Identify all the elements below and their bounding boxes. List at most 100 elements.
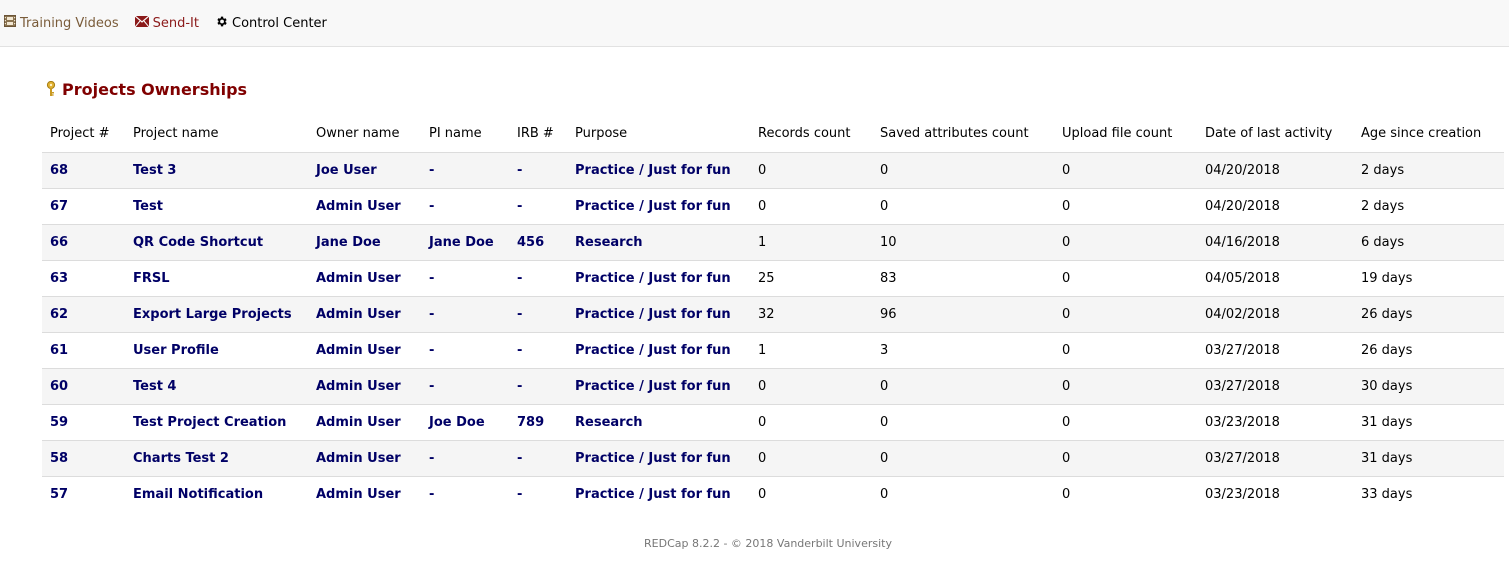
pi-name-link[interactable]: Joe Doe [429,415,485,430]
project-num-link[interactable]: 60 [50,379,68,394]
project-num-link[interactable]: 57 [50,487,68,502]
owner-name-link[interactable]: Jane Doe [316,235,381,250]
project-name-link[interactable]: Test [133,199,163,214]
project-name-link[interactable]: Test 3 [133,163,176,178]
table-row: 62 Export Large Projects Admin User - - Pract… [42,296,1504,333]
age-since-creation-cell: 6 days [1353,224,1504,261]
project-name-link[interactable]: Export Large Projects [133,307,292,322]
irb-link[interactable]: - [517,379,522,394]
irb-link[interactable]: - [517,307,522,322]
project-num-link[interactable]: 66 [50,235,68,250]
purpose-link[interactable]: Research [575,415,643,430]
project-num-link[interactable]: 58 [50,451,68,466]
col-header-pi-name[interactable]: PI name [421,114,509,153]
col-header-date-last-activity[interactable]: Date of last activity [1197,114,1353,153]
pi-name-link[interactable]: - [429,271,434,286]
owner-name-link[interactable]: Admin User [316,451,401,466]
pi-name-link[interactable]: Jane Doe [429,235,494,250]
project-num-link[interactable]: 61 [50,343,68,358]
project-name-link[interactable]: Email Notification [133,487,263,502]
pi-name-link[interactable]: - [429,199,434,214]
col-header-owner-name[interactable]: Owner name [308,114,421,153]
upload-file-count-value: 0 [1062,163,1071,178]
date-last-activity-cell: 03/27/2018 [1197,368,1353,405]
purpose-link[interactable]: Practice / Just for fun [575,487,731,502]
purpose-link[interactable]: Practice / Just for fun [575,307,731,322]
film-icon [4,15,16,31]
purpose-link[interactable]: Practice / Just for fun [575,343,731,358]
table-row: 58 Charts Test 2 Admin User - - Practice / Ju… [42,440,1504,477]
project-num-link[interactable]: 67 [50,199,68,214]
owner-name-link[interactable]: Admin User [316,343,401,358]
purpose-cell: Practice / Just for fun [567,332,750,369]
project-name-link[interactable]: Charts Test 2 [133,451,229,466]
upload-file-count-cell: 0 [1054,260,1197,297]
project-num-cell: 62 [42,296,125,333]
saved-attributes-count-value: 0 [880,451,889,466]
records-count-cell: 0 [750,477,872,513]
project-name-link[interactable]: Test 4 [133,379,176,394]
owner-name-link[interactable]: Admin User [316,199,401,214]
project-num-link[interactable]: 59 [50,415,68,430]
irb-link[interactable]: - [517,199,522,214]
pi-name-link[interactable]: - [429,163,434,178]
age-since-creation-cell: 26 days [1353,332,1504,369]
irb-link[interactable]: - [517,451,522,466]
pi-name-link[interactable]: - [429,307,434,322]
project-name-cell: Test 4 [125,368,308,405]
project-num-link[interactable]: 63 [50,271,68,286]
project-name-link[interactable]: QR Code Shortcut [133,235,263,250]
project-name-link[interactable]: FRSL [133,271,170,286]
irb-link[interactable]: - [517,163,522,178]
send-it-link[interactable]: Send-It [134,15,199,31]
owner-name-link[interactable]: Admin User [316,487,401,502]
upload-file-count-value: 0 [1062,199,1071,214]
col-header-project-num[interactable]: Project # [42,114,125,153]
col-header-upload-file-count[interactable]: Upload file count [1054,114,1197,153]
purpose-cell: Practice / Just for fun [567,477,750,513]
irb-link[interactable]: - [517,343,522,358]
pi-name-link[interactable]: - [429,379,434,394]
purpose-link[interactable]: Practice / Just for fun [575,451,731,466]
purpose-link[interactable]: Practice / Just for fun [575,379,731,394]
age-since-creation-cell: 30 days [1353,368,1504,405]
col-header-saved-attributes-count[interactable]: Saved attributes count [872,114,1054,153]
purpose-link[interactable]: Practice / Just for fun [575,163,731,178]
training-videos-link[interactable]: Training Videos [4,15,119,31]
project-num-cell: 68 [42,152,125,189]
owner-name-cell: Admin User [308,404,421,441]
owner-name-link[interactable]: Admin User [316,379,401,394]
pi-name-link[interactable]: - [429,343,434,358]
owner-name-link[interactable]: Admin User [316,415,401,430]
purpose-link[interactable]: Practice / Just for fun [575,271,731,286]
pi-name-link[interactable]: - [429,487,434,502]
irb-cell: - [509,152,567,189]
purpose-cell: Practice / Just for fun [567,152,750,189]
records-count-cell: 0 [750,152,872,189]
project-name-link[interactable]: Test Project Creation [133,415,286,430]
project-num-link[interactable]: 62 [50,307,68,322]
col-header-records-count[interactable]: Records count [750,114,872,153]
project-name-link[interactable]: User Profile [133,343,219,358]
owner-name-link[interactable]: Admin User [316,271,401,286]
project-num-cell: 61 [42,332,125,369]
pi-name-link[interactable]: - [429,451,434,466]
purpose-link[interactable]: Research [575,235,643,250]
irb-link[interactable]: - [517,487,522,502]
irb-link[interactable]: 789 [517,415,544,430]
col-header-purpose[interactable]: Purpose [567,114,750,153]
col-header-age-since-creation[interactable]: Age since creation [1353,114,1504,153]
control-center-link[interactable]: Control Center [215,15,327,32]
purpose-link[interactable]: Practice / Just for fun [575,199,731,214]
irb-link[interactable]: 456 [517,235,544,250]
owner-name-link[interactable]: Joe User [316,163,377,178]
age-since-creation-value: 31 days [1361,451,1413,466]
saved-attributes-count-value: 0 [880,163,889,178]
owner-name-link[interactable]: Admin User [316,307,401,322]
col-header-irb[interactable]: IRB # [509,114,567,153]
project-num-link[interactable]: 68 [50,163,68,178]
col-header-project-name[interactable]: Project name [125,114,308,153]
project-name-cell: Test [125,188,308,225]
irb-link[interactable]: - [517,271,522,286]
purpose-cell: Practice / Just for fun [567,260,750,297]
